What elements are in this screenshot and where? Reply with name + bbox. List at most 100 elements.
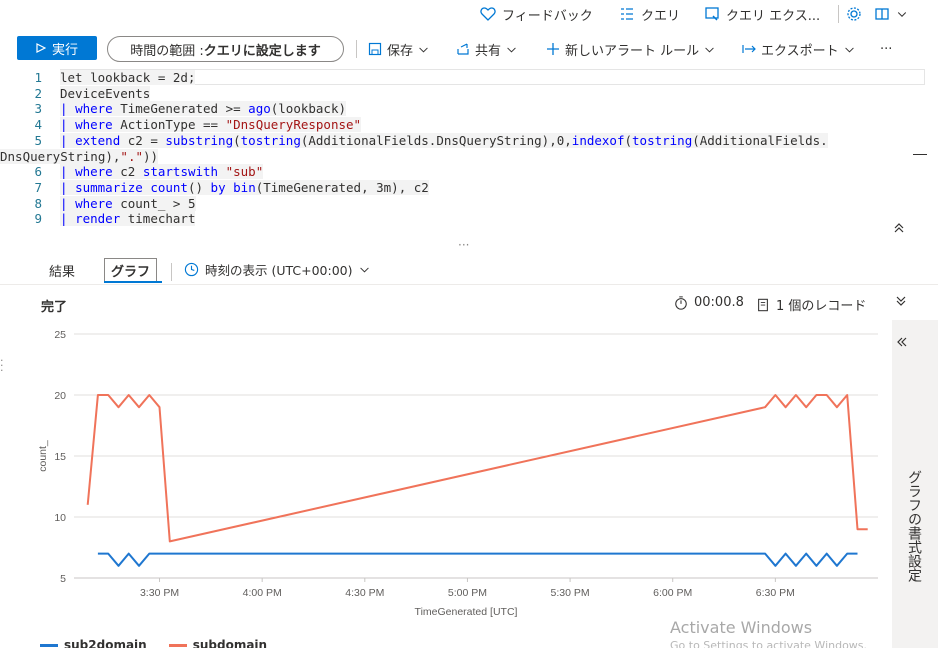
code-text: | where c2 startswith "sub" <box>60 164 264 180</box>
grip-icon[interactable]: · · · <box>0 355 4 376</box>
query-explorer-label: クエリ エクス... <box>726 8 821 24</box>
line-number: 4 <box>34 117 42 133</box>
more-button[interactable]: ··· <box>880 39 892 59</box>
x-tick-label: 4:30 PM <box>345 587 384 599</box>
active-tab-indicator <box>104 281 162 283</box>
y-axis-label: count_ <box>37 440 49 472</box>
query-editor[interactable]: 1 let lookback = 2d; 2 DeviceEvents 3 | where… <box>0 68 938 240</box>
timezone-label: 時刻の表示 (UTC+00:00) <box>205 263 353 278</box>
record-count-value: 1 個のレコード <box>776 299 867 314</box>
line-number: 6 <box>34 164 42 180</box>
save-label: 保存 <box>387 43 414 59</box>
chart-format-panel[interactable]: グラフの書式設定 <box>892 320 938 648</box>
new-alert-label: 新しいアラート ルール <box>565 43 700 59</box>
line-number: 8 <box>34 195 42 211</box>
gear-icon <box>847 7 861 21</box>
expand-status-button[interactable] <box>895 295 907 307</box>
query-explorer-button[interactable]: クエリ エクス... <box>704 3 820 25</box>
layout-button[interactable] <box>874 3 908 25</box>
duration-value: 00:00.8 <box>694 295 744 310</box>
run-label: 実行 <box>51 42 78 58</box>
chart-legend: sub2domain subdomain <box>40 638 267 648</box>
status-title: 完了 <box>41 300 68 315</box>
x-axis-label: TimeGenerated [UTC] <box>415 606 518 618</box>
new-alert-rule-button[interactable]: 新しいアラート ルール <box>546 39 715 59</box>
plus-icon <box>547 43 559 55</box>
series-line-subdomain <box>86 394 868 543</box>
chart-format-label: グラフの書式設定 <box>906 470 922 582</box>
legend-item-sub2domain[interactable]: sub2domain <box>40 638 147 648</box>
y-tick-label: 10 <box>54 512 66 524</box>
pane-splitter[interactable]: ··· <box>0 238 938 252</box>
y-tick-label: 15 <box>54 451 66 463</box>
scroll-marker <box>913 154 927 155</box>
divider <box>838 5 839 23</box>
chevron-double-left-icon[interactable] <box>896 336 908 352</box>
queries-label: クエリ <box>641 8 681 24</box>
legend-label: subdomain <box>192 638 268 648</box>
more-icon: ··· <box>880 41 893 57</box>
chevron-down-icon <box>897 12 907 17</box>
record-count: 1 個のレコード <box>756 295 866 314</box>
chevron-down-icon <box>359 267 369 273</box>
line-number: 3 <box>34 101 42 117</box>
run-button[interactable]: 実行 <box>17 36 97 60</box>
book-icon <box>875 8 889 20</box>
save-button[interactable]: 保存 <box>368 39 429 59</box>
export-label: エクスポート <box>761 43 839 59</box>
watermark-title: Activate Windows <box>670 618 813 637</box>
results-tabs: 結果 グラフ 時刻の表示 (UTC+00:00) <box>0 255 938 285</box>
legend-item-subdomain[interactable]: subdomain <box>168 638 268 648</box>
tab-chart[interactable]: グラフ <box>104 258 158 282</box>
clock-icon <box>184 262 199 277</box>
code-text: | summarize count() by bin(TimeGenerated… <box>60 179 429 195</box>
x-tick-label: 6:30 PM <box>756 587 795 599</box>
timechart: 5 10 15 20 25 3:30 PM 4:00 PM 4:30 PM 5:00 PM 5:3… <box>30 320 892 648</box>
duration: 00:00.8 <box>674 295 744 310</box>
code-text: | where TimeGenerated >= ago(lookback) <box>60 101 347 117</box>
feedback-button[interactable]: フィードバック <box>480 3 593 25</box>
time-range-button[interactable]: 時間の範囲 : クエリに設定します <box>107 36 344 62</box>
y-tick-label: 25 <box>54 329 66 341</box>
y-tick-label: 20 <box>54 390 66 402</box>
x-tick-label: 5:30 PM <box>551 587 590 599</box>
time-range-prefix: 時間の範囲 : <box>130 43 204 59</box>
save-icon <box>368 42 382 56</box>
export-arrow-icon <box>742 45 756 53</box>
y-tick-label: 5 <box>60 573 66 585</box>
line-number: 9 <box>34 211 42 227</box>
code-text: DeviceEvents <box>60 85 151 101</box>
tab-results[interactable]: 結果 <box>49 258 75 282</box>
list-icon <box>621 8 633 20</box>
chevron-down-icon <box>705 47 714 53</box>
top-bar: フィードバック クエリ クエリ エクス... <box>0 0 938 28</box>
x-tick-label: 5:00 PM <box>448 587 487 599</box>
share-button[interactable]: 共有 <box>456 39 517 59</box>
code-text: DnsQueryString),".")) <box>0 148 159 164</box>
settings-button[interactable] <box>846 3 862 25</box>
code-text: | render timechart <box>60 211 196 227</box>
x-tick-label: 6:00 PM <box>653 587 692 599</box>
share-label: 共有 <box>475 43 502 59</box>
divider <box>171 263 172 281</box>
series-line-sub2domain <box>97 552 858 567</box>
watermark-subtitle: Go to Settings to activate Windows. <box>670 639 868 648</box>
legend-label: sub2domain <box>64 638 147 648</box>
line-number: 5 <box>34 132 42 148</box>
play-icon <box>36 43 46 53</box>
chevron-down-icon <box>844 47 854 53</box>
line-number: 7 <box>34 179 42 195</box>
chevron-down-icon <box>419 47 428 53</box>
export-button[interactable]: エクスポート <box>742 39 855 59</box>
line-number: 1 <box>34 70 42 85</box>
chevron-down-icon <box>507 47 516 53</box>
chart-svg: 5 10 15 20 25 3:30 PM 4:00 PM 4:30 PM 5:00 PM 5:3… <box>37 329 878 618</box>
feedback-label: フィードバック <box>502 8 593 24</box>
status-row: 完了 00:00.8 1 個のレコード <box>0 288 938 318</box>
heart-icon <box>480 7 496 21</box>
timezone-selector[interactable]: 時刻の表示 (UTC+00:00) <box>184 260 370 279</box>
queries-button[interactable]: クエリ <box>619 3 680 25</box>
share-icon <box>457 43 469 55</box>
explorer-icon <box>705 7 719 21</box>
collapse-editor-icon[interactable] <box>893 222 905 238</box>
